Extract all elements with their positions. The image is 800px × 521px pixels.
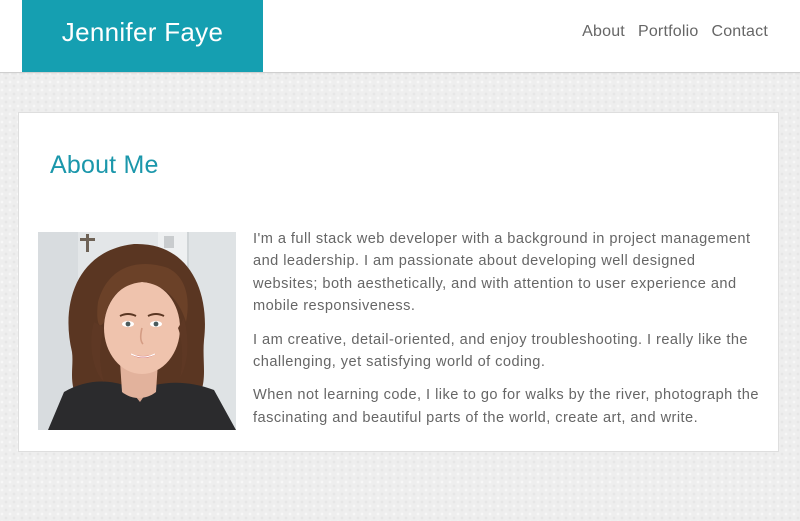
main-nav: About Portfolio Contact — [569, 0, 768, 64]
about-card: About Me I'm a full stack web developer … — [18, 112, 779, 452]
about-heading: About Me — [50, 151, 159, 179]
nav-link-about[interactable]: About — [582, 23, 625, 41]
about-paragraph-1: I'm a full stack web developer with a ba… — [253, 231, 751, 315]
about-text: I'm a full stack web developer with a ba… — [253, 228, 763, 440]
nav-link-contact[interactable]: Contact — [711, 23, 768, 41]
about-paragraph-3: When not learning code, I like to go for… — [253, 387, 759, 426]
nav-link-portfolio[interactable]: Portfolio — [638, 23, 699, 41]
profile-photo — [38, 232, 236, 430]
about-paragraph-2: I am creative, detail-oriented, and enjo… — [253, 331, 748, 371]
site-header: Jennifer Faye About Portfolio Contact — [0, 0, 800, 73]
brand-logo-link[interactable]: Jennifer Faye — [22, 0, 263, 72]
